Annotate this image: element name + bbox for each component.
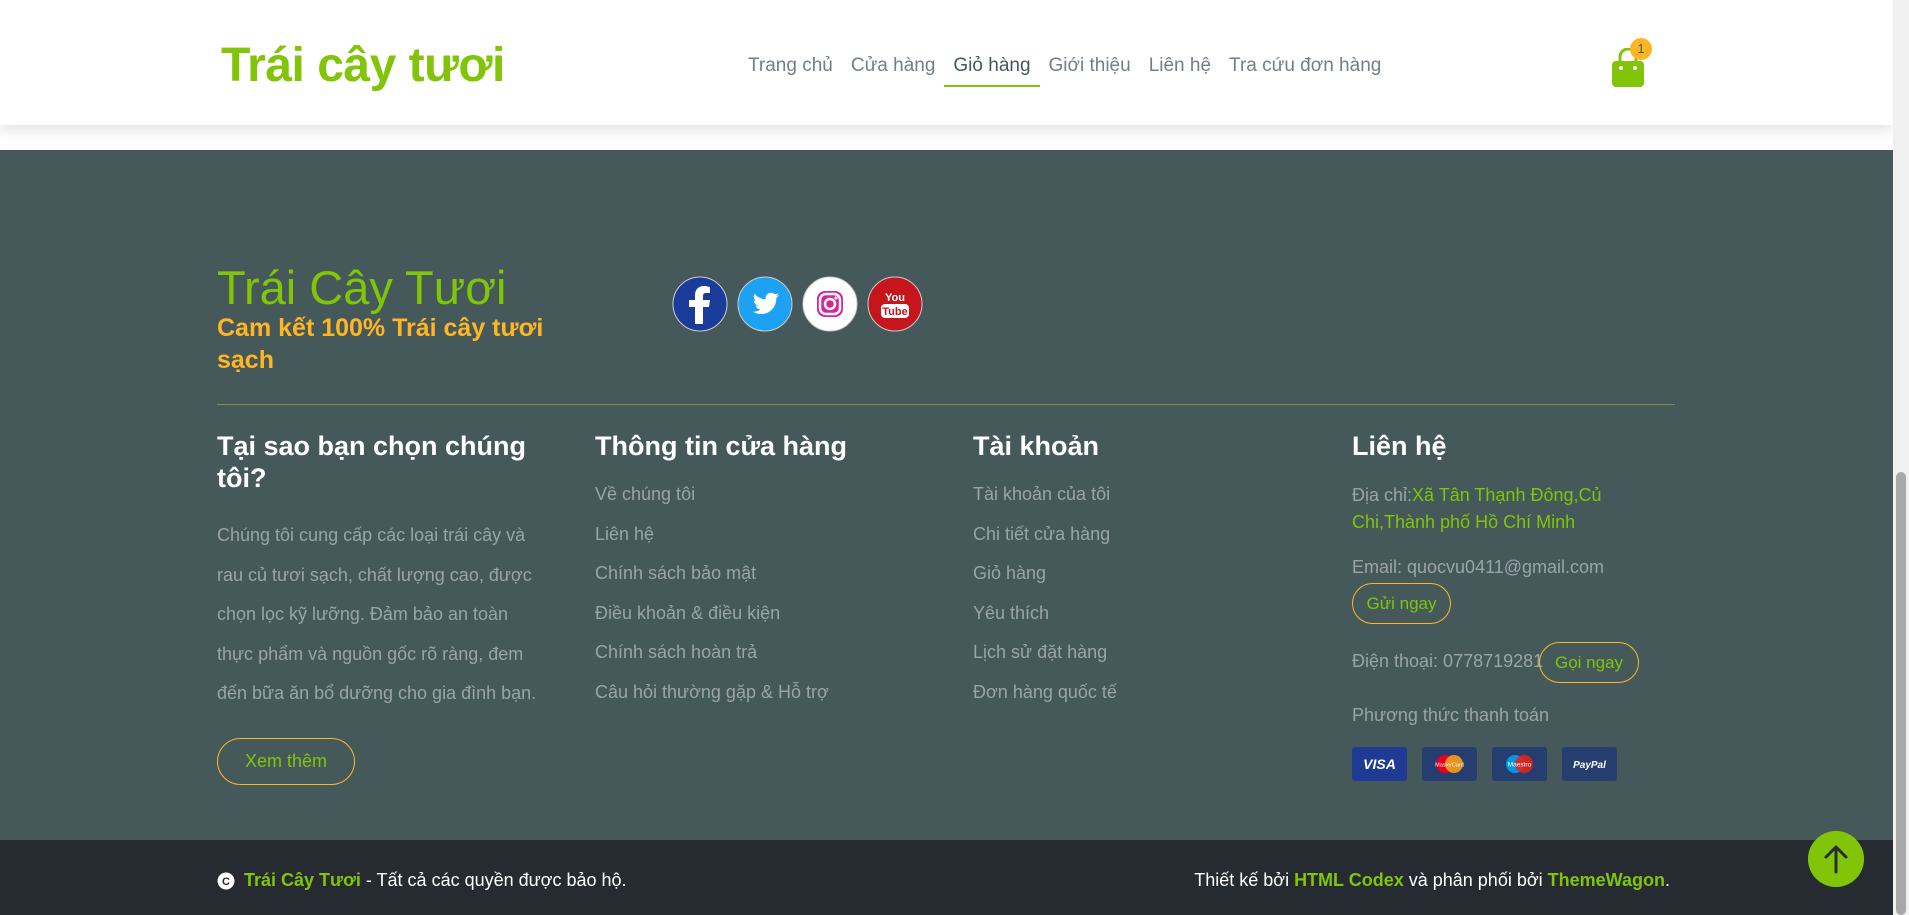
visa-icon: VISA — [1352, 747, 1407, 781]
copyright-bar: C Trái Cây Tươi - Tất cả các quyền được … — [0, 840, 1893, 915]
account-column: Tài khoản Tài khoản của tôi Chi tiết cửa… — [973, 430, 1313, 721]
footer-link-contact[interactable]: Liên hệ — [595, 524, 935, 564]
youtube-icon[interactable]: You Tube — [867, 276, 923, 332]
svg-text:VISA: VISA — [1363, 756, 1396, 772]
svg-text:C: C — [222, 876, 230, 888]
designer-link[interactable]: HTML Codex — [1294, 870, 1404, 890]
read-more-button[interactable]: Xem thêm — [217, 738, 355, 785]
svg-text:You: You — [885, 292, 905, 304]
scrollbar-thumb[interactable] — [1896, 472, 1906, 915]
svg-text:Maestro: Maestro — [1508, 762, 1532, 769]
footer-link-privacy[interactable]: Chính sách bảo mật — [595, 563, 935, 603]
footer-link-returns[interactable]: Chính sách hoàn trả — [595, 642, 935, 682]
nav-link-shop[interactable]: Cửa hàng — [851, 55, 936, 87]
nav-menu: Trang chủ Cửa hàng Giỏ hàng Giới thiệu L… — [748, 55, 1399, 87]
copyright-brand[interactable]: Trái Cây Tươi — [244, 870, 361, 891]
store-info-column: Thông tin cửa hàng Về chúng tôi Liên hệ … — [595, 430, 935, 721]
account-title: Tài khoản — [973, 431, 1100, 461]
copyright-rights: - Tất cả các quyền được bảo hộ. — [360, 870, 627, 890]
distributed-by-text: và phân phối bởi — [1403, 870, 1548, 890]
distributor-link[interactable]: ThemeWagon — [1548, 870, 1665, 890]
footer-brand: Trái Cây Tươi — [217, 261, 507, 314]
footer-link-about[interactable]: Về chúng tôi — [595, 484, 935, 524]
mastercard-icon: MasterCard — [1422, 747, 1477, 781]
footer-link-international-orders[interactable]: Đơn hàng quốc tế — [973, 682, 1313, 722]
back-to-top-button[interactable] — [1808, 831, 1864, 887]
why-us-title: Tại sao bạn chọn chúng tôi? — [217, 431, 527, 493]
maestro-icon: Maestro — [1492, 747, 1547, 781]
footer-link-wishlist[interactable]: Yêu thích — [973, 603, 1313, 643]
nav-link-cart[interactable]: Giỏ hàng — [944, 55, 1040, 87]
nav-link-about[interactable]: Giới thiệu — [1049, 55, 1131, 87]
store-info-title: Thông tin cửa hàng — [595, 431, 848, 461]
why-us-text: Chúng tôi cung cấp các loại trái cây và … — [217, 525, 537, 703]
call-now-button[interactable]: Gọi ngay — [1539, 642, 1639, 683]
address-label: Địa chỉ: — [1352, 485, 1413, 505]
social-links: You Tube — [672, 276, 932, 332]
navbar: Trái cây tươi Trang chủ Cửa hàng Giỏ hàn… — [0, 0, 1893, 125]
svg-text:Tube: Tube — [882, 306, 907, 318]
nav-link-home[interactable]: Trang chủ — [748, 55, 833, 87]
payment-methods-label: Phương thức thanh toán — [1352, 705, 1550, 725]
footer-link-my-account[interactable]: Tài khoản của tôi — [973, 484, 1313, 524]
why-us-column: Tại sao bạn chọn chúng tôi? Chúng tôi cu… — [217, 430, 557, 714]
paypal-icon: PayPal — [1562, 747, 1617, 781]
footer-divider — [217, 404, 1675, 405]
svg-text:PayPal: PayPal — [1573, 760, 1606, 771]
contact-column: Liên hệ — [1352, 430, 1682, 462]
cart-count-badge: 1 — [1630, 38, 1652, 60]
contact-title: Liên hệ — [1352, 431, 1447, 461]
footer-link-order-history[interactable]: Lịch sử đặt hàng — [973, 642, 1313, 682]
copyright-right: Thiết kế bởi HTML Codex và phân phối bởi… — [1194, 870, 1670, 891]
copyright-left: C Trái Cây Tươi - Tất cả các quyền được … — [217, 870, 627, 891]
footer-link-terms[interactable]: Điều khoản & điều kiện — [595, 603, 935, 643]
site-brand[interactable]: Trái cây tươi — [221, 38, 505, 93]
scrollbar[interactable] — [1893, 0, 1909, 915]
nav-link-contact[interactable]: Liên hệ — [1149, 55, 1211, 87]
designed-by-text: Thiết kế bởi — [1194, 870, 1295, 890]
contact-email: Email: quocvu0411@gmail.com — [1352, 557, 1605, 577]
copyright-end: . — [1664, 870, 1670, 890]
footer: Trái Cây Tươi Cam kết 100% Trái cây tươi… — [0, 150, 1893, 840]
nav-link-order-lookup[interactable]: Tra cứu đơn hàng — [1229, 55, 1381, 87]
footer-link-cart[interactable]: Giỏ hàng — [973, 563, 1313, 603]
footer-link-faq[interactable]: Câu hỏi thường gặp & Hỗ trợ — [595, 682, 935, 722]
contact-phone: Điện thoại: 0778719281 — [1352, 651, 1544, 671]
twitter-icon[interactable] — [737, 276, 793, 332]
svg-text:MasterCard: MasterCard — [1435, 763, 1464, 769]
facebook-icon[interactable] — [672, 276, 728, 332]
footer-link-store-details[interactable]: Chi tiết cửa hàng — [973, 524, 1313, 564]
send-email-button[interactable]: Gửi ngay — [1352, 583, 1451, 624]
instagram-icon[interactable] — [802, 276, 858, 332]
footer-tagline: Cam kết 100% Trái cây tươi sạch — [217, 314, 544, 374]
copyright-icon: C — [217, 872, 235, 889]
contact-address: Địa chỉ:Xã Tân Thạnh Đông,Củ Chi,Thành p… — [1352, 482, 1682, 536]
